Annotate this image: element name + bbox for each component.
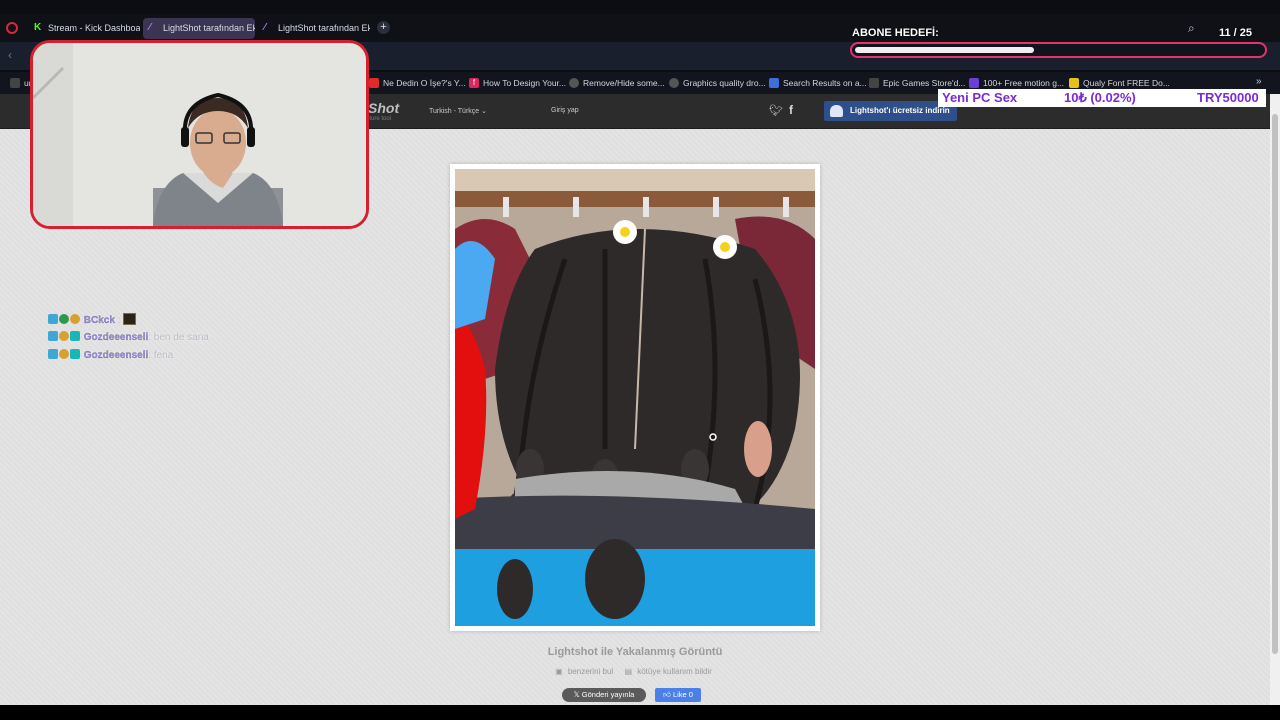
github-icon — [669, 78, 679, 88]
bolt-icon — [1069, 78, 1079, 88]
ticker-name: Yeni PC Sex — [942, 90, 1018, 105]
sub-badge-icon — [70, 349, 80, 359]
taskbar-strip — [0, 705, 1280, 720]
tab-kick-dashboard[interactable]: K Stream - Kick Dashboard — [28, 18, 140, 39]
streamer-webcam — [33, 43, 366, 226]
chat-username: Gozdeeenseli — [83, 350, 149, 361]
moderator-badge-icon — [48, 331, 58, 341]
lightshot-logo-subtitle: pture tool — [366, 116, 392, 122]
scroll-thumb[interactable] — [1272, 114, 1278, 654]
webcam-overlay — [30, 40, 369, 229]
lightshot-feather-icon: ⁄ — [149, 22, 151, 33]
ticker-amount: 10₺ (0.02%) — [1064, 90, 1136, 105]
download-label: Lightshot'ı ücretsiz indirin — [850, 106, 950, 115]
bookmark-label: Search Results on a... — [783, 78, 867, 88]
tab-lightshot-1[interactable]: ⁄ LightShot tarafından Ekran — [143, 18, 255, 39]
bookmark-label: Graphics quality dro... — [683, 78, 766, 88]
chat-text: : ben de sana — [148, 332, 209, 343]
github-icon — [569, 78, 579, 88]
screenshot-frame — [450, 164, 820, 631]
sub-goal-progress-fill — [855, 47, 1034, 53]
report-abuse-link[interactable]: ▤ kötüye kullanım bildir — [624, 667, 714, 676]
chat-text: : fena — [148, 350, 174, 361]
sub-badge-icon — [59, 314, 69, 324]
new-tab-button[interactable]: + — [377, 21, 390, 34]
bookmark-item[interactable]: Graphics quality dro... — [669, 77, 766, 91]
share-post-button[interactable]: 𝕏 Gönderi yayınla — [562, 688, 646, 702]
donation-ticker: Yeni PC Sex 10₺ (0.02%) TRY50000 — [938, 89, 1266, 107]
bookmark-label: Ne Dedin O İşe?'s Y... — [383, 78, 466, 88]
bookmark-label: How To Design Your... — [483, 78, 567, 88]
opera-logo-icon[interactable] — [6, 22, 18, 34]
screenshot-caption: Lightshot ile Yakalanmış Görüntü — [547, 646, 723, 658]
bookmark-item[interactable]: f How To Design Your... — [469, 77, 566, 91]
bookmark-label: Epic Games Store'd... — [883, 78, 966, 88]
report-label: kötüye kullanım bildir — [637, 667, 712, 676]
youtube-icon — [369, 78, 379, 88]
site-icon — [769, 78, 779, 88]
facebook-icon[interactable]: f — [789, 103, 793, 117]
bookmark-label: 100+ Free motion g... — [983, 78, 1065, 88]
tab-lightshot-2[interactable]: ⁄ LightShot tarafından Ekran — [258, 18, 370, 39]
bookmark-label: Qualy Font FREE Do... — [1083, 78, 1170, 88]
chat-message: Gozdeeenseli: fena — [48, 349, 248, 367]
bookmark-item[interactable]: Remove/Hide some... — [569, 77, 665, 91]
chat-overlay: BCkck : Gozdeeenseli: ben de sana Gozdee… — [48, 313, 248, 367]
moderator-badge-icon — [48, 314, 58, 324]
tab-label: LightShot tarafından Ekran — [163, 23, 255, 33]
screen: K Stream - Kick Dashboard ⁄ LightShot ta… — [0, 0, 1280, 720]
chat-username: BCkck — [83, 315, 115, 326]
screenshot-actions: ▣ benzerini bul ▤ kötüye kullanım bildir — [450, 667, 820, 676]
like-label: Like 0 — [672, 690, 693, 699]
twitter-icon[interactable]: 🐦︎ — [769, 104, 783, 117]
cloud-download-icon — [830, 105, 843, 117]
lightshot-logo[interactable]: Shot — [368, 100, 399, 116]
site-icon — [969, 78, 979, 88]
share-label: Gönderi yayınla — [581, 690, 635, 699]
kick-icon: K — [34, 22, 42, 33]
gift-badge-icon — [59, 349, 69, 359]
sub-goal-label: ABONE HEDEFİ: — [852, 27, 939, 39]
login-link[interactable]: Giriş yap — [551, 107, 579, 114]
emote-icon — [123, 313, 137, 325]
page-scrollbar[interactable] — [1270, 94, 1280, 705]
bookmark-label: Remove/Hide some... — [583, 78, 665, 88]
search-icon[interactable]: ⌕ — [1188, 21, 1195, 36]
screenshot-image[interactable] — [455, 169, 815, 626]
facebook-like-button[interactable]: 👍︎ Like 0 — [655, 688, 701, 702]
chat-message: Gozdeeenseli: ben de sana — [48, 331, 248, 349]
back-arrow-icon[interactable]: ‹ — [8, 48, 12, 62]
chat-username: Gozdeeenseli — [83, 332, 149, 343]
braided-hair-photo — [455, 169, 815, 626]
sub-goal-count: 11 / 25 — [1219, 27, 1253, 39]
tab-label: LightShot tarafından Ekran — [278, 23, 370, 33]
find-similar-link[interactable]: ▣ benzerini bul — [555, 667, 616, 676]
sub-badge-icon — [70, 331, 80, 341]
gift-badge-icon — [59, 331, 69, 341]
tab-bar: K Stream - Kick Dashboard ⁄ LightShot ta… — [0, 14, 1280, 42]
site-icon: f — [469, 78, 479, 88]
language-select[interactable]: Turkish - Türkçe ⌄ — [429, 107, 487, 115]
ticker-goal: TRY50000 — [1197, 90, 1259, 105]
bookmarks-overflow-icon[interactable]: » — [1256, 76, 1262, 87]
moderator-badge-icon — [48, 349, 58, 359]
lightshot-feather-icon: ⁄ — [264, 22, 266, 33]
bookmark-item[interactable]: Search Results on a... — [769, 77, 867, 91]
sub-goal-progress-bar — [850, 42, 1267, 58]
folder-icon — [10, 78, 20, 88]
gift-badge-icon — [70, 314, 80, 324]
chat-message: BCkck : — [48, 313, 248, 331]
bookmark-item[interactable]: Ne Dedin O İşe?'s Y... — [369, 77, 466, 91]
tab-label: Stream - Kick Dashboard — [48, 23, 140, 33]
epic-games-icon — [869, 78, 879, 88]
find-similar-label: benzerini bul — [567, 667, 614, 676]
